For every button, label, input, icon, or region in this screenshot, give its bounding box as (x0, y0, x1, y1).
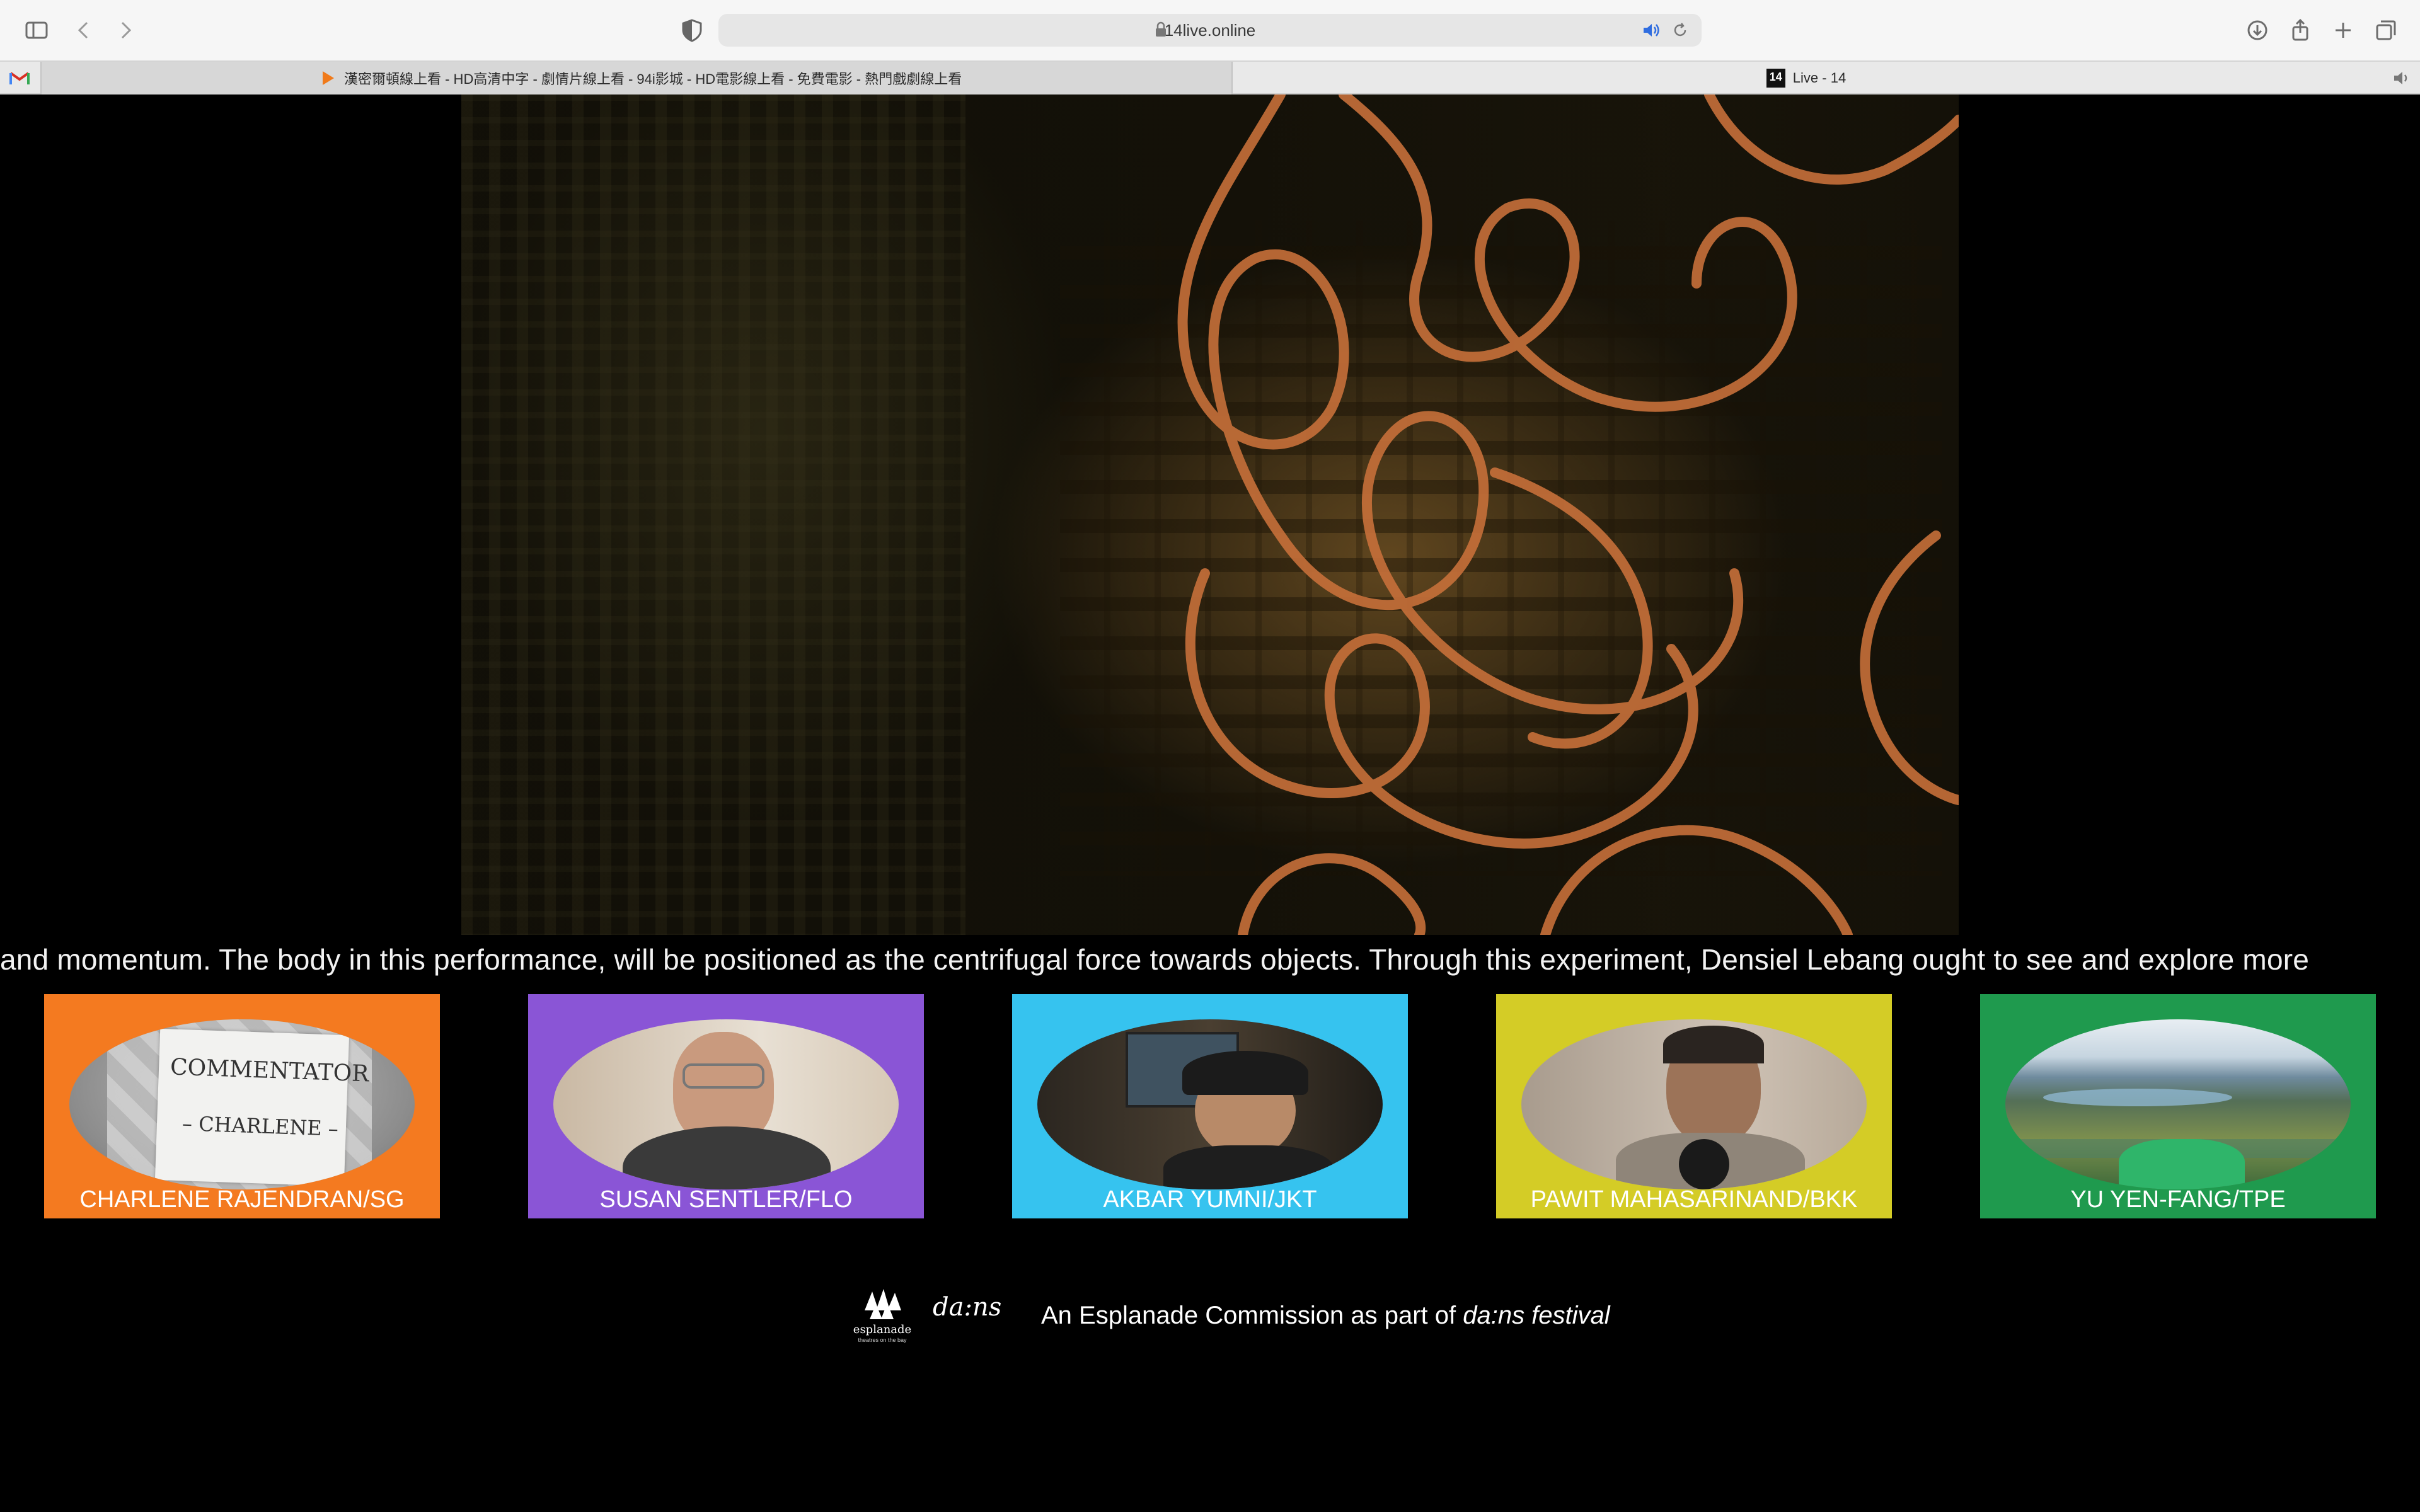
participant-video (1521, 1019, 1867, 1189)
sign-line-1: COMMENTATOR (170, 1054, 369, 1087)
participant-card-pawit[interactable]: PAWIT MAHASARINAND/BKK (1496, 994, 1892, 1218)
participant-card-yu[interactable]: YU YEN-FANG/TPE (1980, 994, 2376, 1218)
speaker-icon[interactable] (1642, 21, 1661, 39)
tab-bar: 漢密爾頓線上看 - HD高清中字 - 劇情片線上看 - 94i影城 - HD電影… (0, 60, 2420, 94)
participant-card-akbar[interactable]: AKBAR YUMNI/JKT (1012, 994, 1408, 1218)
participant-name: SUSAN SENTLER/FLO (599, 1186, 853, 1213)
privacy-shield-icon[interactable] (677, 15, 707, 45)
participant-name: YU YEN-FANG/TPE (2070, 1186, 2286, 1213)
sign-line-2: – CHARLENE – (182, 1111, 339, 1141)
new-tab-icon[interactable] (2328, 15, 2358, 45)
participant-video (2005, 1019, 2351, 1189)
lock-icon (1156, 21, 1166, 37)
esplanade-wordmark: esplanade (853, 1323, 912, 1336)
footer: esplanade theatres on the bay da:ns An E… (0, 1279, 2420, 1380)
participant-video (1037, 1019, 1383, 1189)
credit-festival: da:ns festival (1463, 1302, 1610, 1329)
esplanade-subtitle: theatres on the bay (858, 1337, 907, 1343)
participant-card-susan[interactable]: SUSAN SENTLER/FLO (528, 994, 924, 1218)
play-favicon-icon (323, 71, 334, 85)
tab-live-14[interactable]: 14 Live - 14 (1233, 62, 2380, 94)
browser-toolbar: 14live.online (0, 0, 2420, 60)
back-icon[interactable] (69, 15, 100, 45)
participant-name: AKBAR YUMNI/JKT (1103, 1186, 1317, 1213)
commission-credit: An Esplanade Commission as part of da:ns… (1041, 1302, 1610, 1330)
dans-logo[interactable]: da:ns (933, 1293, 1001, 1322)
forward-icon[interactable] (110, 15, 140, 45)
reload-icon[interactable] (1671, 21, 1689, 39)
downloads-icon[interactable] (2242, 15, 2273, 45)
participant-video (553, 1019, 899, 1189)
description-ticker: and momentum. The body in this performan… (0, 935, 2420, 985)
address-bar[interactable]: 14live.online (718, 14, 1702, 47)
tab-movie[interactable]: 漢密爾頓線上看 - HD高清中字 - 劇情片線上看 - 94i影城 - HD電影… (40, 62, 1233, 94)
tab-title: Live - 14 (1792, 70, 1847, 86)
ticker-text: and momentum. The body in this performan… (0, 943, 2310, 976)
share-icon[interactable] (2285, 15, 2315, 45)
participant-name: CHARLENE RAJENDRAN/SG (79, 1186, 405, 1213)
participant-card-charlene[interactable]: COMMENTATOR – CHARLENE – CHARLENE RAJEND… (44, 994, 440, 1218)
live-video-player[interactable] (461, 94, 1959, 935)
sidebar-toggle-icon[interactable] (21, 15, 52, 45)
esplanade-logo[interactable]: esplanade theatres on the bay (851, 1279, 914, 1348)
url-text: 14live.online (1164, 21, 1256, 40)
page-content: and momentum. The body in this performan… (0, 94, 2420, 1512)
tab-overview-icon[interactable] (2371, 15, 2401, 45)
tab-audio-icon[interactable] (2392, 69, 2411, 87)
credit-prefix: An Esplanade Commission as part of (1041, 1302, 1463, 1329)
commentator-sign: COMMENTATOR – CHARLENE – (154, 1028, 369, 1187)
video-rope-overlay (1177, 94, 1959, 935)
participant-name: PAWIT MAHASARINAND/BKK (1530, 1186, 1858, 1213)
participant-cards: COMMENTATOR – CHARLENE – CHARLENE RAJEND… (0, 994, 2420, 1221)
live14-favicon-icon: 14 (1766, 69, 1785, 88)
gmail-icon[interactable] (9, 69, 30, 87)
participant-video: COMMENTATOR – CHARLENE – (69, 1019, 415, 1189)
tab-title: 漢密爾頓線上看 - HD高清中字 - 劇情片線上看 - 94i影城 - HD電影… (344, 71, 962, 87)
